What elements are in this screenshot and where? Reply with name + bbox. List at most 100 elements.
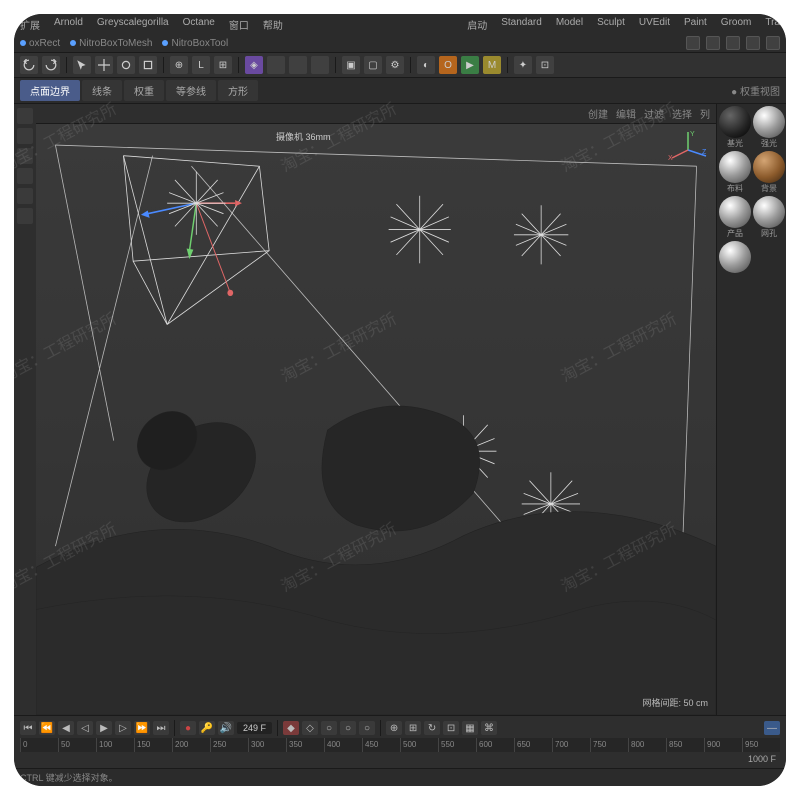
render-icon[interactable]: ▣ (342, 56, 360, 74)
header-create[interactable]: 创建 (588, 106, 608, 121)
menu-arnold[interactable]: Arnold (54, 17, 83, 32)
redo-icon[interactable] (42, 56, 60, 74)
keyframe-icon-1[interactable]: ○ (321, 721, 337, 735)
prev-key-icon[interactable]: ⏪ (39, 721, 55, 735)
axis-lock-icon[interactable]: L (192, 56, 210, 74)
tl-right-toggle[interactable]: — (764, 721, 780, 735)
layout-icon-2[interactable] (706, 36, 720, 50)
tool-icon-1[interactable] (267, 56, 285, 74)
menu-help[interactable]: 帮助 (263, 17, 283, 32)
menu-greyscalegorilla[interactable]: Greyscalegorilla (97, 17, 169, 32)
tool-icon-3[interactable] (311, 56, 329, 74)
material-swatch-3[interactable] (719, 151, 751, 183)
tab-lines[interactable]: 线条 (82, 80, 122, 101)
header-column[interactable]: 列 (700, 106, 710, 121)
coord-icon[interactable]: ⊞ (214, 56, 232, 74)
material-icon[interactable]: ◐ (417, 56, 435, 74)
tl-tool-4[interactable]: ⊡ (443, 721, 459, 735)
weight-view-label[interactable]: 权重视图 (740, 87, 780, 98)
model-mode-icon[interactable] (17, 108, 33, 124)
timeline-ruler[interactable]: 0 50 100 150 200 250 300 350 400 450 500… (20, 738, 780, 752)
move-icon[interactable] (95, 56, 113, 74)
plugin-nitroboxtool[interactable]: NitroBoxTool (162, 38, 228, 49)
layout-model[interactable]: Model (556, 17, 583, 32)
goto-start-icon[interactable]: ⏮ (20, 721, 36, 735)
grid-spacing-label: 网格间距: 50 cm (642, 696, 708, 709)
plugin-oxrect[interactable]: oxRect (20, 38, 60, 49)
prev-frame-icon[interactable]: ◀ (58, 721, 74, 735)
menu-extensions[interactable]: 扩展 (20, 17, 40, 32)
tl-tool-1[interactable]: ⊕ (386, 721, 402, 735)
header-edit[interactable]: 编辑 (616, 106, 636, 121)
viewport-container: 创建 编辑 过滤 选择 列 摄像机 36mm Y Z X (36, 104, 716, 715)
tab-weight[interactable]: 权重 (124, 80, 164, 101)
current-frame-display[interactable]: 249 F (237, 722, 272, 734)
tab-isoparm[interactable]: 等参线 (166, 80, 216, 101)
tab-point-edge[interactable]: 点面边界 (20, 80, 80, 101)
viewport-3d[interactable]: 摄像机 36mm Y Z X (36, 124, 716, 715)
layout-standard[interactable]: Standard (501, 17, 542, 32)
tl-tool-5[interactable]: ▦ (462, 721, 478, 735)
point-mode-icon[interactable] (17, 128, 33, 144)
undo-icon[interactable] (20, 56, 38, 74)
layout-groom[interactable]: Groom (721, 17, 752, 32)
mode-tabs: 点面边界 线条 权重 等参线 方形 ● 权重视图 (14, 78, 786, 104)
key-position-icon[interactable]: ◆ (283, 721, 299, 735)
tool-icon-2[interactable] (289, 56, 307, 74)
layout-paint[interactable]: Paint (684, 17, 707, 32)
layout-icon-3[interactable] (726, 36, 740, 50)
material-swatch-5[interactable] (719, 196, 751, 228)
keyframe-icon-2[interactable]: ○ (340, 721, 356, 735)
material-swatch-4[interactable] (753, 151, 785, 183)
layout-icon-4[interactable] (746, 36, 760, 50)
octane-live-icon[interactable]: ▶ (461, 56, 479, 74)
timeline-controls: ⏮ ⏪ ◀ ◁ ▶ ▷ ⏩ ⏭ ● 🔑 🔊 249 F ◆ ◇ ○ ○ ○ ⊕ … (20, 720, 780, 736)
layout-startup[interactable]: 启动 (467, 17, 487, 32)
tl-tool-6[interactable]: ⌘ (481, 721, 497, 735)
magic-bullet-icon[interactable]: M (483, 56, 501, 74)
keyframe-icon-3[interactable]: ○ (359, 721, 375, 735)
rotate-icon[interactable] (117, 56, 135, 74)
misc-icon-1[interactable]: ✦ (514, 56, 532, 74)
header-filter[interactable]: 过滤 (644, 106, 664, 121)
play-back-icon[interactable]: ◁ (77, 721, 93, 735)
left-toolstrip (14, 104, 36, 715)
octane-icon[interactable]: O (439, 56, 457, 74)
layout-tracker[interactable]: Tra (765, 17, 780, 32)
layout-uvedit[interactable]: UVEdit (639, 17, 670, 32)
render-region-icon[interactable]: ▢ (364, 56, 382, 74)
edge-mode-icon[interactable] (17, 148, 33, 164)
material-swatch-6[interactable] (753, 196, 785, 228)
polygon-mode-icon[interactable] (17, 168, 33, 184)
app-inner: 扩展 Arnold Greyscalegorilla Octane 窗口 帮助 … (14, 14, 786, 786)
tl-tool-2[interactable]: ⊞ (405, 721, 421, 735)
key-all-icon[interactable]: ◇ (302, 721, 318, 735)
tab-square[interactable]: 方形 (218, 80, 258, 101)
header-select[interactable]: 选择 (672, 106, 692, 121)
plugin-nitroboxtomesh[interactable]: NitroBoxToMesh (70, 38, 152, 49)
select-icon[interactable] (73, 56, 91, 74)
play-icon[interactable]: ▶ (96, 721, 112, 735)
tl-tool-3[interactable]: ↻ (424, 721, 440, 735)
menu-window[interactable]: 窗口 (229, 17, 249, 32)
xray-icon[interactable]: ◈ (245, 56, 263, 74)
scale-icon[interactable] (139, 56, 157, 74)
material-swatch-2[interactable] (753, 106, 785, 138)
record-icon[interactable]: ● (180, 721, 196, 735)
next-key-icon[interactable]: ⏩ (134, 721, 150, 735)
material-swatch-1[interactable] (719, 106, 751, 138)
material-swatch-7[interactable] (719, 241, 751, 273)
workplane-icon[interactable] (17, 208, 33, 224)
next-frame-icon[interactable]: ▷ (115, 721, 131, 735)
autokey-icon[interactable]: 🔑 (199, 721, 215, 735)
layout-icon-5[interactable] (766, 36, 780, 50)
texture-mode-icon[interactable] (17, 188, 33, 204)
menu-octane[interactable]: Octane (183, 17, 215, 32)
sound-icon[interactable]: 🔊 (218, 721, 234, 735)
snap-icon[interactable]: ⊕ (170, 56, 188, 74)
goto-end-icon[interactable]: ⏭ (153, 721, 169, 735)
render-settings-icon[interactable]: ⚙ (386, 56, 404, 74)
layout-sculpt[interactable]: Sculpt (597, 17, 625, 32)
layout-icon-1[interactable] (686, 36, 700, 50)
misc-icon-2[interactable]: ⊡ (536, 56, 554, 74)
